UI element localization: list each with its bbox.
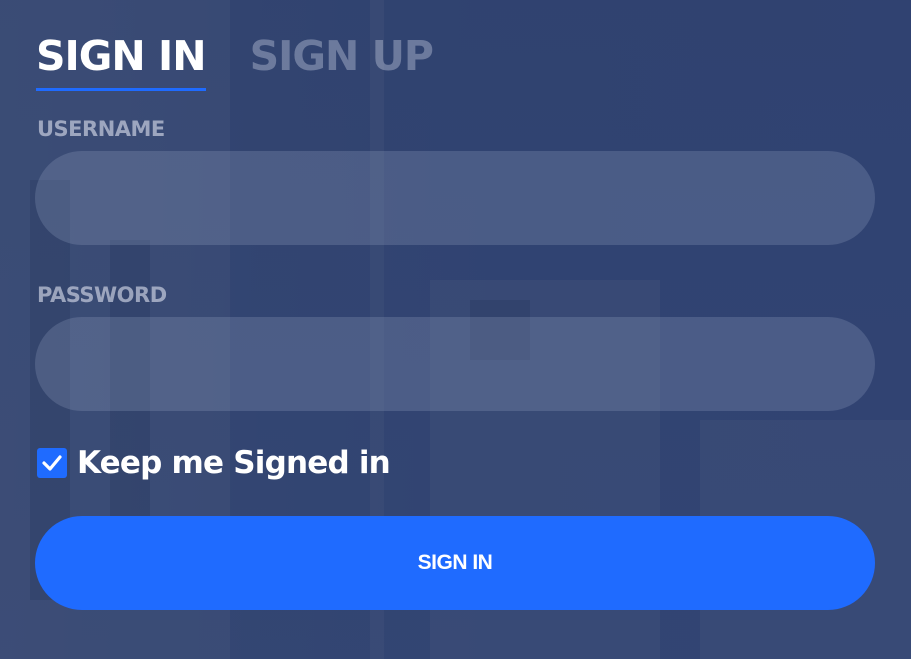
keep-signed-in-checkbox[interactable]	[37, 448, 67, 478]
keep-signed-in-option[interactable]: Keep me Signed in	[37, 445, 391, 481]
auth-tabs: SIGN IN SIGN UP	[36, 30, 434, 91]
keep-signed-in-label: Keep me Signed in	[77, 445, 391, 481]
login-form: SIGN IN SIGN UP USERNAME PASSWORD Keep m…	[0, 0, 911, 659]
checkmark-icon	[42, 455, 62, 471]
password-input[interactable]	[35, 317, 875, 411]
username-label: USERNAME	[37, 117, 165, 141]
username-input[interactable]	[35, 151, 875, 245]
password-label: PASSWORD	[37, 283, 167, 307]
sign-in-button[interactable]: SIGN IN	[35, 516, 875, 610]
tab-sign-up[interactable]: SIGN UP	[250, 30, 434, 91]
tab-sign-in[interactable]: SIGN IN	[36, 30, 207, 91]
